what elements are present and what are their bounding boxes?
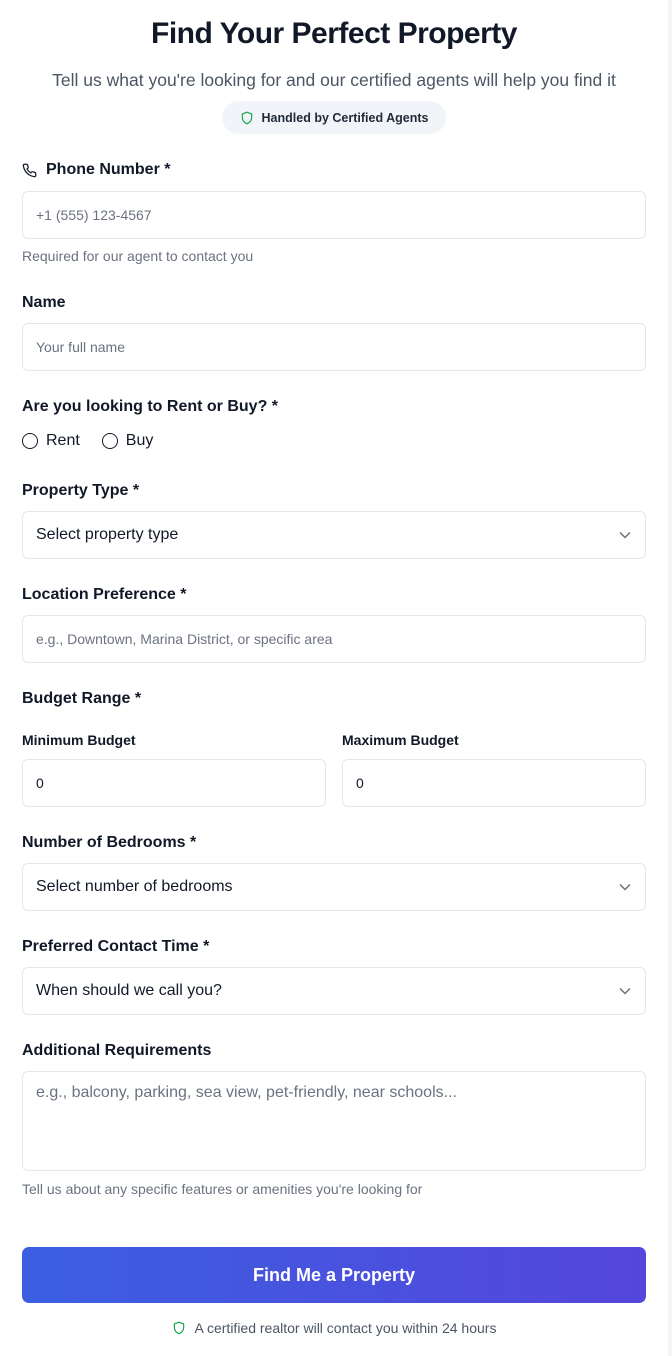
rent-radio-circle[interactable] <box>22 433 38 449</box>
min-budget-label: Minimum Budget <box>22 732 136 748</box>
bedrooms-value: Select number of bedrooms <box>36 878 233 895</box>
scrollbar-track[interactable] <box>668 0 672 1356</box>
max-budget-value: 0 <box>356 775 364 791</box>
phone-placeholder: +1 (555) 123-4567 <box>36 207 152 223</box>
max-budget-input[interactable]: 0 <box>342 759 646 807</box>
shield-icon <box>241 111 252 124</box>
certified-badge: Handled by Certified Agents <box>222 101 446 134</box>
rent-radio-label[interactable]: Rent <box>46 432 80 450</box>
buy-radio[interactable]: Buy <box>101 432 154 450</box>
phone-label-text: Phone Number * <box>46 161 171 178</box>
property-type-select[interactable]: Select property type <box>22 511 646 559</box>
property-type-label: Property Type * <box>22 482 140 499</box>
location-placeholder: e.g., Downtown, Marina District, or spec… <box>36 631 333 647</box>
contact-time-value: When should we call you? <box>36 982 222 999</box>
additional-placeholder: e.g., balcony, parking, sea view, pet-fr… <box>36 1084 457 1101</box>
rent-radio[interactable]: Rent <box>22 432 80 450</box>
page-subtitle: Tell us what you're looking for and our … <box>52 70 616 90</box>
additional-textarea[interactable]: e.g., balcony, parking, sea view, pet-fr… <box>22 1071 646 1171</box>
intent-radio-group: Rent Buy <box>22 432 153 450</box>
bedrooms-label: Number of Bedrooms * <box>22 834 197 851</box>
additional-label: Additional Requirements <box>22 1042 212 1059</box>
intent-label: Are you looking to Rent or Buy? * <box>22 398 279 415</box>
chevron-down-icon <box>619 531 631 539</box>
contact-time-select[interactable]: When should we call you? <box>22 967 646 1015</box>
additional-help-text: Tell us about any specific features or a… <box>22 1181 423 1197</box>
phone-icon <box>22 163 37 177</box>
phone-input[interactable]: +1 (555) 123-4567 <box>22 191 646 239</box>
phone-help-text: Required for our agent to contact you <box>22 248 254 264</box>
shield-icon <box>173 1321 184 1335</box>
buy-radio-circle[interactable] <box>101 433 118 449</box>
property-type-value: Select property type <box>36 526 179 543</box>
footer-note: A certified realtor will contact you wit… <box>22 1320 646 1336</box>
location-input[interactable]: e.g., Downtown, Marina District, or spec… <box>22 615 646 663</box>
chevron-down-icon <box>619 987 631 995</box>
chevron-down-icon <box>619 883 631 891</box>
contact-time-label: Preferred Contact Time * <box>22 938 210 955</box>
min-budget-value: 0 <box>36 775 44 791</box>
name-input[interactable]: Your full name <box>22 323 646 371</box>
max-budget-label: Maximum Budget <box>342 732 459 748</box>
page-title: Find Your Perfect Property <box>151 17 517 50</box>
location-label: Location Preference * <box>22 586 187 603</box>
buy-radio-label[interactable]: Buy <box>126 432 154 450</box>
name-label: Name <box>22 294 66 311</box>
footer-note-text: A certified realtor will contact you wit… <box>194 1320 497 1336</box>
bedrooms-select[interactable]: Select number of bedrooms <box>22 863 646 911</box>
budget-label: Budget Range * <box>22 690 142 707</box>
name-placeholder: Your full name <box>36 339 125 355</box>
badge-label: Handled by Certified Agents <box>261 110 429 125</box>
phone-label: Phone Number * <box>22 161 170 179</box>
min-budget-input[interactable]: 0 <box>22 759 326 807</box>
submit-button[interactable]: Find Me a Property <box>22 1247 646 1303</box>
